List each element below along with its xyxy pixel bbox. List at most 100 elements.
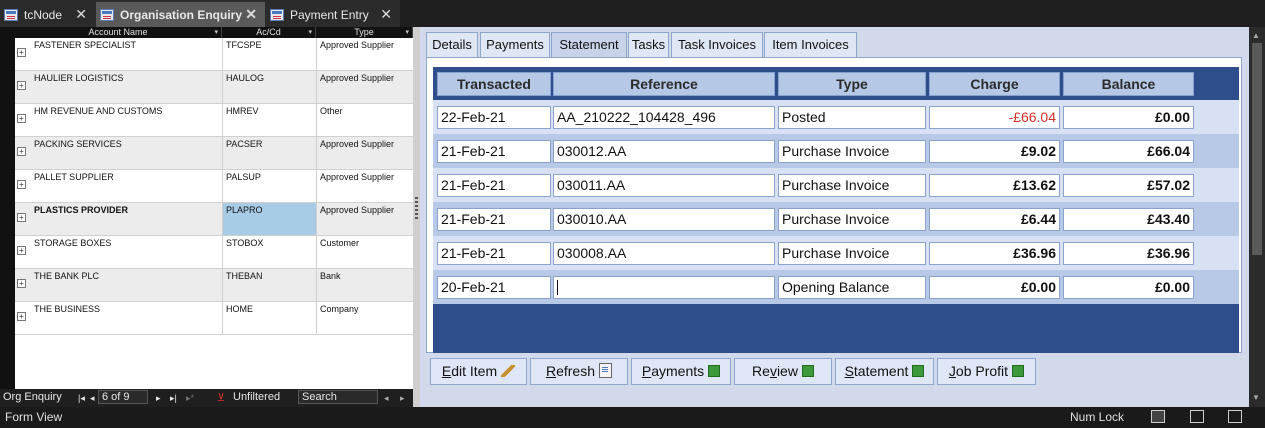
charge-cell[interactable]: £9.02 [929,140,1060,163]
charge-cell[interactable]: £6.44 [929,208,1060,231]
account-name-cell[interactable]: THE BANK PLC [34,271,219,281]
expand-icon[interactable]: + [17,246,26,255]
account-code-cell[interactable]: TFCSPE [226,40,314,50]
splitter-grip[interactable] [415,197,418,219]
datasheet-view-icon[interactable] [1190,410,1204,423]
type-cell[interactable]: Posted [778,106,926,129]
table-row[interactable]: + STORAGE BOXES STOBOX Customer [15,236,413,269]
account-code-cell[interactable]: HAULOG [226,73,314,83]
account-name-cell[interactable]: THE BUSINESS [34,304,219,314]
account-code-cell[interactable]: THEBAN [226,271,314,281]
account-name-cell[interactable]: PACKING SERVICES [34,139,219,149]
tab-statement[interactable]: Statement [551,32,627,58]
balance-cell[interactable]: £57.02 [1063,174,1194,197]
balance-cell[interactable]: £66.04 [1063,140,1194,163]
form-view-icon[interactable] [1151,410,1165,423]
close-icon[interactable]: ✕ [380,6,392,23]
expand-icon[interactable]: + [17,180,26,189]
previous-record-icon[interactable]: ◂ [90,393,95,404]
tab-payment-entry[interactable]: Payment Entry ✕ [266,2,400,27]
vertical-scrollbar[interactable]: ▲ ▼ [1249,27,1265,407]
account-code-cell[interactable]: PACSER [226,139,314,149]
type-cell[interactable]: Purchase Invoice [778,242,926,265]
sort-dropdown-icon[interactable]: ▾ [308,27,312,38]
current-record-field[interactable]: 6 of 9 [98,390,148,404]
account-type-cell[interactable]: Approved Supplier [320,205,412,215]
reference-cell[interactable]: 030008.AA [553,242,775,265]
reference-cell[interactable]: AA_210222_104428_496 [553,106,775,129]
expand-icon[interactable]: + [17,114,26,123]
close-icon[interactable]: ✕ [245,6,257,23]
account-name-cell[interactable]: HAULIER LOGISTICS [34,73,219,83]
column-header-type[interactable]: Type ▾ [316,27,413,38]
first-record-icon[interactable]: |◂ [78,393,85,404]
date-cell[interactable]: 21-Feb-21 [437,174,551,197]
expand-icon[interactable]: + [17,213,26,222]
account-code-cell[interactable]: STOBOX [226,238,314,248]
table-row[interactable]: + HM REVENUE AND CUSTOMS HMREV Other [15,104,413,137]
reference-cell[interactable]: 030010.AA [553,208,775,231]
table-row[interactable]: + HAULIER LOGISTICS HAULOG Approved Supplie… [15,71,413,104]
charge-cell[interactable]: £13.62 [929,174,1060,197]
account-name-cell[interactable]: FASTENER SPECIALIST [34,40,219,50]
sort-dropdown-icon[interactable]: ▾ [214,27,218,38]
edit-item-button[interactable]: Edit Item [430,358,527,385]
account-name-cell[interactable]: PLASTICS PROVIDER [34,205,219,215]
type-cell[interactable]: Purchase Invoice [778,140,926,163]
charge-cell[interactable]: £0.00 [929,276,1060,299]
charge-cell[interactable]: -£66.04 [929,106,1060,129]
scrollbar-thumb[interactable] [1252,43,1262,255]
refresh-button[interactable]: Refresh [530,358,628,385]
account-code-cell[interactable]: PALSUP [226,172,314,182]
design-view-icon[interactable] [1228,410,1242,423]
date-cell[interactable]: 20-Feb-21 [437,276,551,299]
tab-task-invoices[interactable]: Task Invoices [671,32,763,58]
account-name-cell[interactable]: HM REVENUE AND CUSTOMS [34,106,219,116]
scroll-up-icon[interactable]: ▲ [1252,31,1260,40]
account-name-cell[interactable]: PALLET SUPPLIER [34,172,219,182]
table-row[interactable]: + THE BUSINESS HOME Company [15,302,413,335]
close-icon[interactable]: ✕ [75,6,87,23]
account-name-cell[interactable]: STORAGE BOXES [34,238,219,248]
charge-cell[interactable]: £36.96 [929,242,1060,265]
record-selector-column[interactable] [0,27,15,389]
expand-icon[interactable]: + [17,48,26,57]
filter-status[interactable]: Unfiltered [233,391,280,403]
tab-tasks[interactable]: Tasks [628,32,669,58]
expand-icon[interactable]: + [17,312,26,321]
scroll-left-icon[interactable]: ◂ [384,393,389,404]
account-type-cell[interactable]: Approved Supplier [320,40,412,50]
expand-icon[interactable]: + [17,147,26,156]
table-row[interactable]: + THE BANK PLC THEBAN Bank [15,269,413,302]
review-button[interactable]: Review [734,358,832,385]
statement-button[interactable]: Statement [835,358,934,385]
balance-cell[interactable]: £43.40 [1063,208,1194,231]
table-row[interactable]: + PLASTICS PROVIDER PLAPRO Approved Supplie… [15,203,413,236]
reference-cell[interactable]: 030011.AA [553,174,775,197]
date-cell[interactable]: 21-Feb-21 [437,140,551,163]
last-record-icon[interactable]: ▸| [170,393,177,404]
tab-tcnode[interactable]: tcNode ✕ [0,2,95,27]
expand-icon[interactable]: + [17,279,26,288]
table-row[interactable]: + FASTENER SPECIALIST TFCSPE Approved Suppl… [15,38,413,71]
balance-cell[interactable]: £0.00 [1063,276,1194,299]
account-type-cell[interactable]: Company [320,304,412,314]
scroll-down-icon[interactable]: ▼ [1252,393,1260,402]
account-type-cell[interactable]: Approved Supplier [320,139,412,149]
tab-item-invoices[interactable]: Item Invoices [764,32,857,58]
expand-icon[interactable]: + [17,81,26,90]
tab-details[interactable]: Details [426,32,478,58]
balance-cell[interactable]: £0.00 [1063,106,1194,129]
account-type-cell[interactable]: Bank [320,271,412,281]
account-code-cell[interactable]: HMREV [226,106,314,116]
tab-payments[interactable]: Payments [480,32,550,58]
account-type-cell[interactable]: Approved Supplier [320,172,412,182]
type-cell[interactable]: Purchase Invoice [778,208,926,231]
scroll-right-icon[interactable]: ▸ [400,393,405,404]
type-cell[interactable]: Purchase Invoice [778,174,926,197]
account-type-cell[interactable]: Approved Supplier [320,73,412,83]
reference-cell[interactable] [553,276,775,299]
date-cell[interactable]: 21-Feb-21 [437,242,551,265]
reference-cell[interactable]: 030012.AA [553,140,775,163]
job-profit-button[interactable]: Job Profit [937,358,1036,385]
